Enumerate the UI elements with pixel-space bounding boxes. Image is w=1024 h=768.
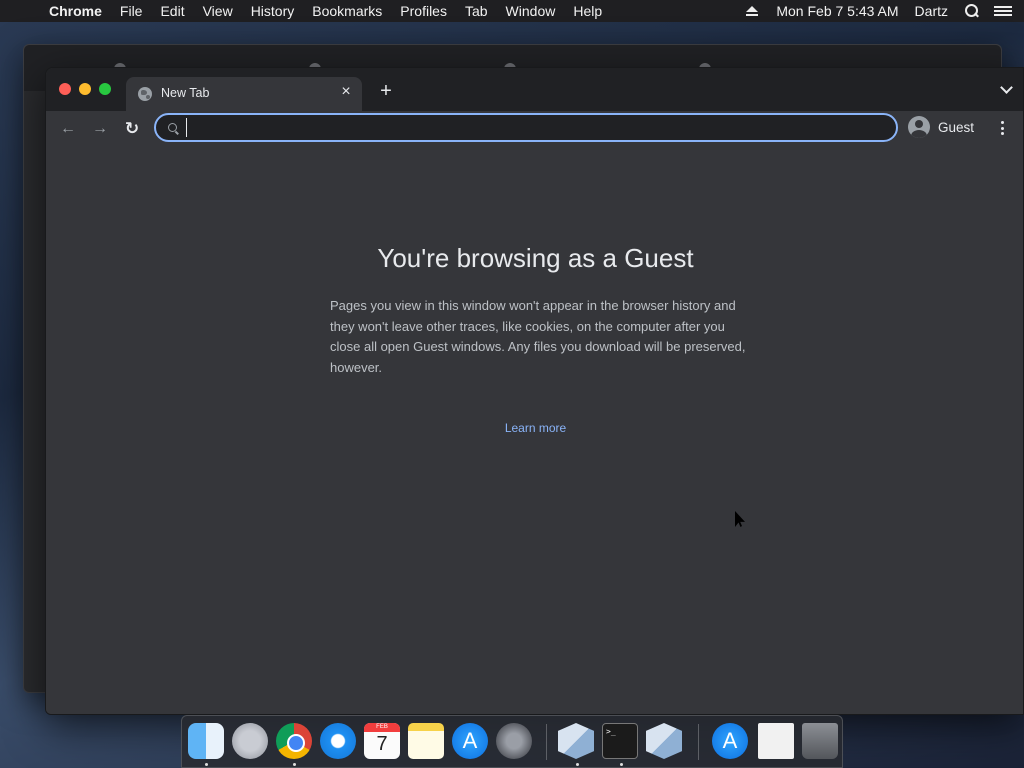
menu-app-name[interactable]: Chrome [40,0,111,22]
window-zoom-button[interactable] [99,83,111,95]
back-button[interactable]: ← [58,119,78,139]
browser-window: New Tab × + ← → ↻ Guest You're browsing … [45,67,1024,715]
app-store-icon[interactable]: A [452,723,488,759]
virtualbox-icon[interactable] [558,723,594,759]
more-menu-icon[interactable] [997,119,1007,137]
window-close-button[interactable] [59,83,71,95]
finder-icon[interactable] [188,723,224,759]
clock[interactable]: Mon Feb 7 5:43 AM [768,0,906,22]
page-title: You're browsing as a Guest [377,243,694,273]
terminal-icon[interactable]: >_ [602,723,638,759]
learn-more-link[interactable]: Learn more [46,421,1023,435]
running-indicator [205,763,208,766]
running-indicator [576,763,579,766]
notification-center-icon[interactable] [994,4,1012,18]
dock-separator [698,724,699,760]
safari-icon[interactable] [320,723,356,759]
tab-new-tab[interactable]: New Tab × [126,77,362,111]
menu-file[interactable]: File [111,0,152,22]
document-icon[interactable] [758,723,794,759]
globe-icon [138,87,152,101]
calendar-day: 7 [376,733,388,755]
menu-edit[interactable]: Edit [151,0,193,22]
running-indicator [293,763,296,766]
search-icon [168,123,180,135]
system-preferences-icon[interactable] [496,723,532,759]
chrome-icon[interactable] [276,723,312,759]
tab-strip: New Tab × + [46,68,1023,111]
avatar-icon [908,116,930,138]
guest-description: Pages you view in this window won't appe… [330,298,746,375]
running-indicator [620,763,623,766]
profile-button[interactable]: Guest [905,114,983,142]
user-menu[interactable]: Dartz [907,0,956,22]
tab-close-icon[interactable]: × [338,84,354,100]
calendar-icon[interactable]: FEB 7 [364,723,400,759]
tab-search-chevron-icon[interactable] [1001,85,1011,95]
menu-profiles[interactable]: Profiles [391,0,456,22]
menu-bar: Chrome File Edit View History Bookmarks … [0,0,1024,22]
menu-history[interactable]: History [242,0,304,22]
new-tab-button[interactable]: + [374,79,398,103]
profile-label: Guest [938,120,975,135]
dock-separator [546,724,547,760]
menu-view[interactable]: View [194,0,242,22]
menu-window[interactable]: Window [497,0,565,22]
calendar-month: FEB [364,723,400,732]
launchpad-icon[interactable] [232,723,268,759]
toolbar: ← → ↻ Guest [46,111,1023,147]
menu-bookmarks[interactable]: Bookmarks [303,0,391,22]
address-input[interactable] [186,118,876,137]
reload-button[interactable]: ↻ [122,119,142,139]
tab-title: New Tab [161,86,210,100]
virtualbox-icon[interactable] [646,723,682,759]
forward-button[interactable]: → [90,119,110,139]
window-minimize-button[interactable] [79,83,91,95]
menu-help[interactable]: Help [564,0,611,22]
guest-page: You're browsing as a Guest Pages you vie… [46,147,1023,714]
trash-icon[interactable] [802,723,838,759]
dock: FEB 7 A >_ A [181,715,843,768]
notes-icon[interactable] [408,723,444,759]
app-store-downloads-icon[interactable]: A [712,723,748,759]
menu-tab[interactable]: Tab [456,0,497,22]
eject-icon[interactable] [746,6,759,16]
omnibox[interactable] [154,113,898,142]
status-area: Mon Feb 7 5:43 AM Dartz [736,0,1024,22]
spotlight-search-icon[interactable] [964,3,980,19]
